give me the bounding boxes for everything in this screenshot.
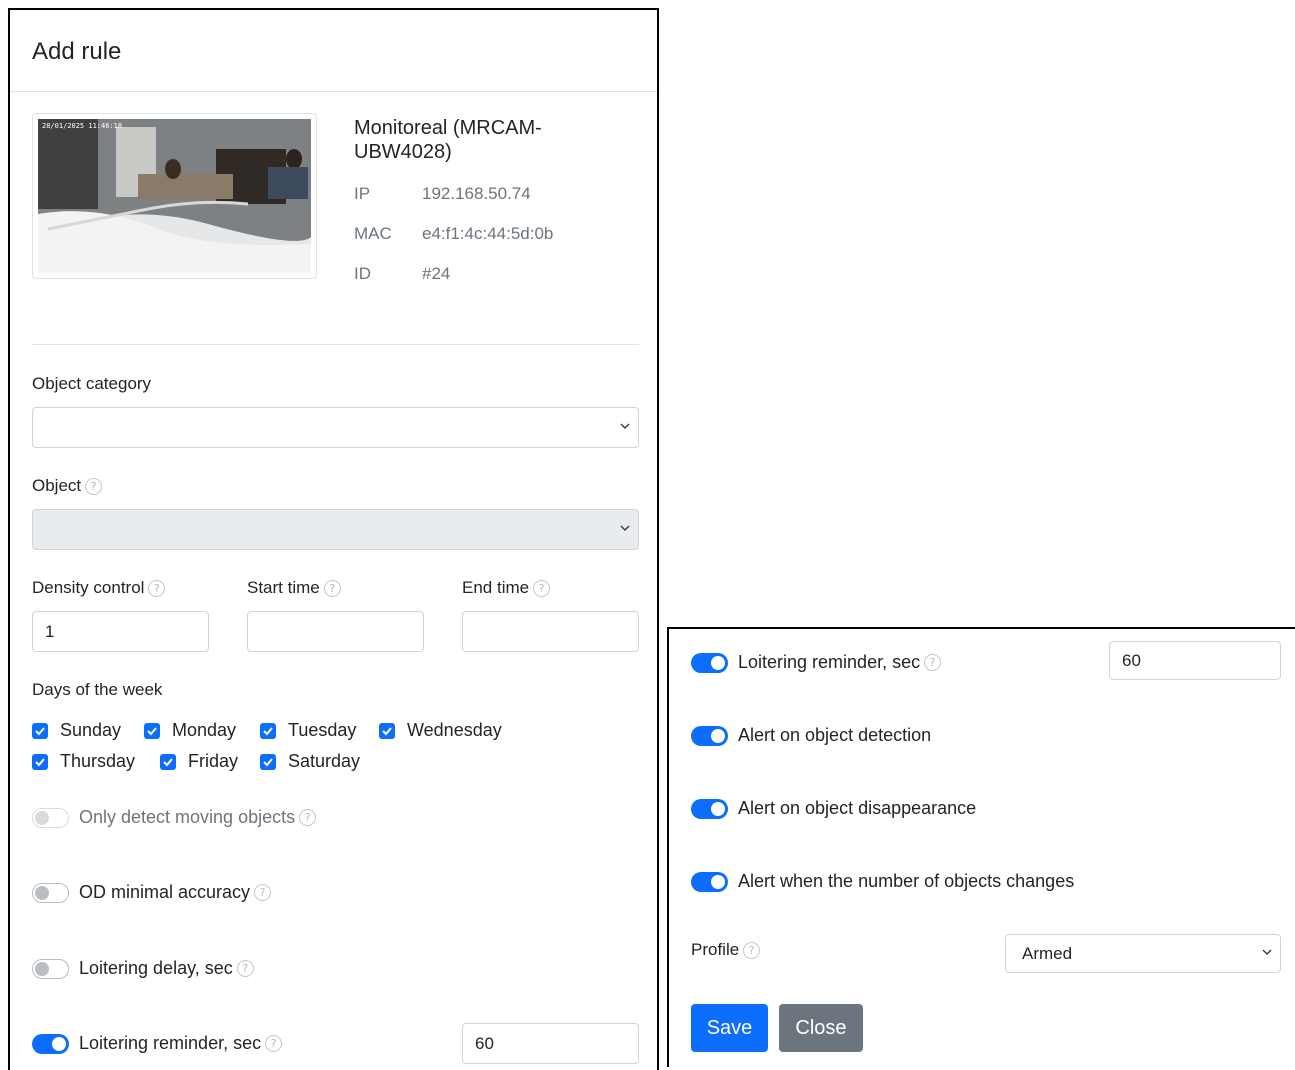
checkbox-label: Sunday [60,720,122,740]
alert-disappearance-switch[interactable] [691,798,728,819]
loitering-delay-row: Loitering delay, sec ? [32,958,254,979]
od-accuracy-switch[interactable] [32,882,69,903]
profile-label-row: Profile? [691,940,761,960]
checkbox-checked-icon [160,753,176,770]
id-value: #24 [422,264,451,283]
alert-disappearance-label: Alert on object disappearance [738,798,977,818]
only-moving-switch[interactable] [32,807,69,828]
loitering-reminder-label: Loitering reminder, sec [738,652,921,672]
mac-label: MAC [354,224,392,243]
od-accuracy-label: OD minimal accuracy [79,882,251,902]
camera-thumbnail: 28/01/2025 11:46:18 [32,113,317,279]
od-accuracy-row: OD minimal accuracy ? [32,882,272,903]
help-icon[interactable]: ? [323,580,341,598]
object-label: Object [32,476,82,495]
ip-label: IP [354,184,371,203]
chevron-down-icon [620,525,630,531]
checkbox-monday[interactable]: Monday [144,720,236,741]
alert-detection-label: Alert on object detection [738,725,932,745]
checkbox-saturday[interactable]: Saturday [260,751,360,772]
density-label: Density control [32,578,145,597]
checkbox-label: Tuesday [288,720,357,740]
profile-value: Armed [1022,943,1073,963]
loitering-reminder-value: 60 [475,1033,494,1053]
checkbox-sunday[interactable]: Sunday [32,720,121,741]
help-icon[interactable]: ? [148,580,166,598]
ip-value: 192.168.50.74 [422,184,531,203]
alert-count-label: Alert when the number of objects changes [738,871,1075,891]
alert-count-switch[interactable] [691,871,728,892]
checkbox-tuesday[interactable]: Tuesday [260,720,356,741]
checkbox-friday[interactable]: Friday [160,751,238,772]
id-label: ID [354,264,371,283]
alert-detection-row: Alert on object detection [691,725,931,746]
start-time-label-row: Start time? [247,578,341,598]
header-divider [10,91,657,92]
camera-snapshot: 28/01/2025 11:46:18 [38,119,311,273]
loitering-reminder-switch[interactable] [32,1033,69,1054]
loitering-reminder-row: Loitering reminder, sec ? [691,652,942,673]
help-icon[interactable]: ? [85,478,103,496]
days-label: Days of the week [32,680,163,699]
help-icon[interactable]: ? [236,960,254,977]
checkbox-checked-icon [260,722,276,739]
help-icon[interactable]: ? [299,809,317,826]
end-time-label-row: End time? [462,578,551,598]
checkbox-checked-icon [144,722,160,739]
loitering-reminder-value: 60 [1122,650,1141,670]
add-rule-modal: Add rule 28/01/2025 11:46:18 Monitoreal … [8,8,659,1070]
loitering-reminder-input[interactable]: 60 [462,1023,639,1064]
start-time-label: Start time [247,578,320,597]
profile-select[interactable]: Armed [1005,934,1281,973]
mac-value: e4:f1:4c:44:5d:0b [422,224,554,243]
loitering-delay-label: Loitering delay, sec [79,958,233,978]
chevron-down-icon [1262,949,1272,955]
loitering-reminder-input[interactable]: 60 [1109,641,1281,680]
help-icon[interactable]: ? [924,654,942,671]
checkbox-wednesday[interactable]: Wednesday [379,720,502,741]
alert-count-row: Alert when the number of objects changes [691,871,1074,892]
loitering-reminder-switch[interactable] [691,652,728,673]
add-rule-modal-continued: Loitering reminder, sec ? 60 Alert on ob… [667,627,1295,1067]
checkbox-checked-icon [32,753,48,770]
checkbox-checked-icon [260,753,276,770]
checkbox-label: Saturday [288,751,361,771]
alert-disappearance-row: Alert on object disappearance [691,798,976,819]
only-moving-label: Only detect moving objects [79,807,296,827]
density-input[interactable]: 1 [32,611,209,652]
checkbox-checked-icon [379,722,395,739]
section-divider [32,344,639,345]
checkbox-label: Friday [188,751,239,771]
checkbox-label: Monday [172,720,237,740]
start-time-input[interactable] [247,611,424,652]
object-select [32,509,639,550]
checkbox-thursday[interactable]: Thursday [32,751,135,772]
object-label-row: Object? [32,476,103,496]
profile-label: Profile [691,940,740,959]
thumb-timestamp: 28/01/2025 11:46:18 [42,122,122,130]
density-label-row: Density control? [32,578,166,598]
chevron-down-icon [620,423,630,429]
object-category-select[interactable] [32,407,639,448]
save-button[interactable]: Save [691,1004,768,1052]
checkbox-label: Thursday [60,751,136,771]
help-icon[interactable]: ? [533,580,551,598]
only-moving-row: Only detect moving objects ? [32,807,317,828]
help-icon[interactable]: ? [254,884,272,901]
loitering-reminder-row: Loitering reminder, sec ? [32,1033,283,1054]
density-value: 1 [45,621,55,641]
alert-detection-switch[interactable] [691,725,728,746]
end-time-label: End time [462,578,530,597]
modal-title: Add rule [32,38,122,65]
checkbox-checked-icon [32,722,48,739]
end-time-input[interactable] [462,611,639,652]
checkbox-label: Wednesday [407,720,502,740]
help-icon[interactable]: ? [743,942,761,960]
object-category-label: Object category [32,374,152,393]
loitering-delay-switch[interactable] [32,958,69,979]
loitering-reminder-label: Loitering reminder, sec [79,1033,262,1053]
camera-name: Monitoreal (MRCAM-UBW4028) [354,117,542,163]
help-icon[interactable]: ? [265,1035,283,1052]
close-button[interactable]: Close [779,1004,863,1052]
